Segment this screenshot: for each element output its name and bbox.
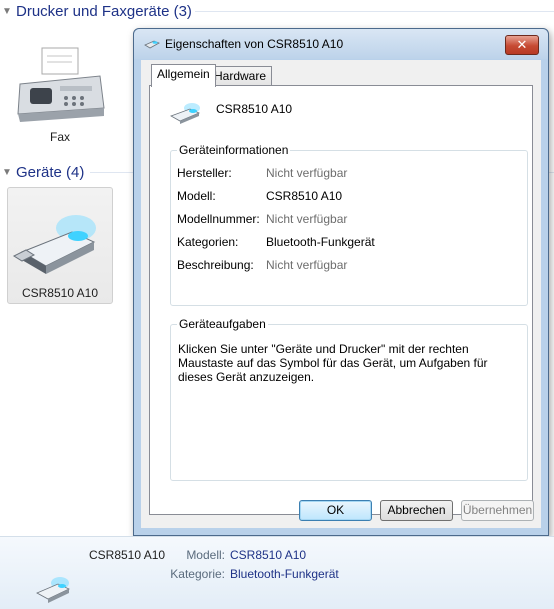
apply-button[interactable]: Übernehmen <box>461 500 534 521</box>
info-value: Nicht verfügbar <box>266 166 348 180</box>
tab-allgemein-label: Allgemein <box>157 67 210 81</box>
tab-hardware[interactable]: Hardware <box>208 66 273 85</box>
usb-bluetooth-dongle-icon <box>36 577 70 603</box>
devices-group-header[interactable]: ▼ Geräte (4) <box>0 161 84 183</box>
dialog-client-area: Allgemein Hardware CSR8510 A10 Geräteinf… <box>141 60 541 528</box>
usb-bluetooth-dongle-icon <box>144 38 160 53</box>
tab-panel-allgemein: CSR8510 A10 Geräteinformationen Herstell… <box>149 85 533 515</box>
fax-machine-icon <box>17 47 105 122</box>
fax-device-label: Fax <box>49 130 70 144</box>
device-name: CSR8510 A10 <box>216 102 293 116</box>
dialog-titlebar[interactable]: Eigenschaften von CSR8510 A10 ✕ <box>134 29 548 59</box>
details-pane: CSR8510 A10 Modell: CSR8510 A10 Kategori… <box>0 536 554 609</box>
details-category-value: Bluetooth-Funkgerät <box>230 567 339 581</box>
details-model-value: CSR8510 A10 <box>230 548 307 562</box>
chevron-down-icon: ▼ <box>2 5 12 17</box>
close-icon: ✕ <box>516 37 528 52</box>
details-model-label: Modell: <box>186 548 225 562</box>
device-info-group-title: Geräteinformationen <box>177 143 291 157</box>
printers-group-header[interactable]: ▼ Drucker und Faxgeräte (3) <box>0 0 192 22</box>
info-label: Modellnummer: <box>177 212 260 226</box>
printers-group-title: Drucker und Faxgeräte (3) <box>16 2 192 20</box>
dialog-title: Eigenschaften von CSR8510 A10 <box>165 37 344 51</box>
device-info-group: Geräteinformationen Hersteller: Nicht ve… <box>170 143 528 306</box>
cancel-button[interactable]: Abbrechen <box>380 500 453 521</box>
close-button[interactable]: ✕ <box>505 35 539 55</box>
info-value: Nicht verfügbar <box>266 212 348 226</box>
info-value: CSR8510 A10 <box>266 189 343 203</box>
tab-allgemein[interactable]: Allgemein <box>151 64 216 87</box>
tab-hardware-label: Hardware <box>214 69 267 83</box>
usb-bluetooth-dongle-icon <box>170 103 201 124</box>
device-tasks-group: Geräteaufgaben Klicken Sie unter "Geräte… <box>170 317 528 481</box>
info-value: Bluetooth-Funkgerät <box>266 235 375 249</box>
ok-button[interactable]: OK <box>299 500 372 521</box>
printers-group-divider <box>195 11 554 12</box>
csr8510-device-tile[interactable]: CSR8510 A10 <box>7 187 113 304</box>
properties-dialog: Eigenschaften von CSR8510 A10 ✕ Allgemei… <box>133 28 549 536</box>
info-label: Modell: <box>177 189 216 203</box>
chevron-down-icon: ▼ <box>2 166 12 178</box>
info-label: Hersteller: <box>177 166 232 180</box>
info-label: Kategorien: <box>177 235 239 249</box>
info-label: Beschreibung: <box>177 258 254 272</box>
info-value: Nicht verfügbar <box>266 258 348 272</box>
csr8510-device-label: CSR8510 A10 <box>21 286 99 300</box>
usb-bluetooth-dongle-icon <box>12 215 96 274</box>
device-tasks-text: Klicken Sie unter "Geräte und Drucker" m… <box>178 342 488 384</box>
devices-group-title: Geräte (4) <box>16 163 85 181</box>
fax-device[interactable]: Fax <box>8 40 112 144</box>
device-tasks-group-title: Geräteaufgaben <box>177 317 268 331</box>
details-category-label: Kategorie: <box>170 567 225 581</box>
